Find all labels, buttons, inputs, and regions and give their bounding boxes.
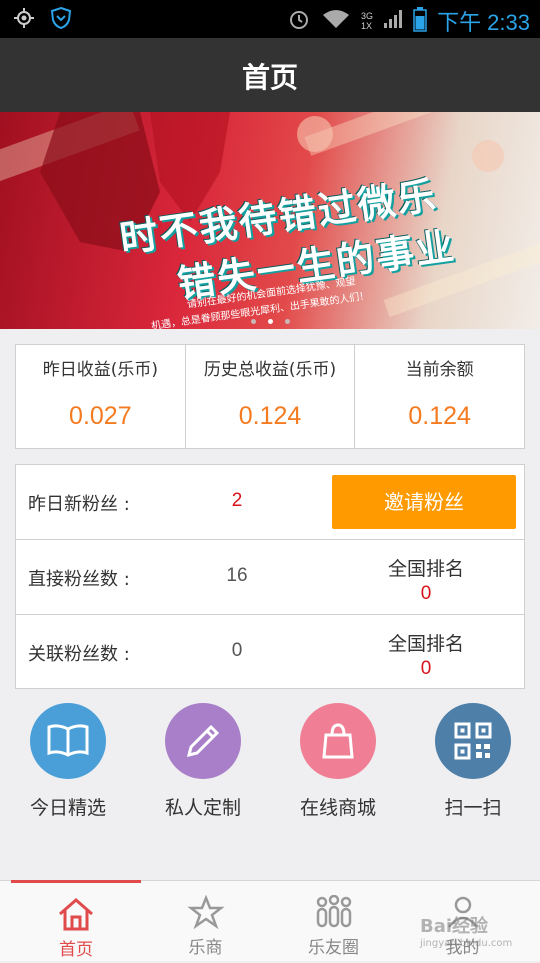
new-fans-value: 2 <box>231 490 243 511</box>
tab-label: 乐友圈 <box>308 938 359 958</box>
qr-code-icon <box>435 703 511 779</box>
title-bar: 首页 <box>0 38 540 112</box>
fans-row-new: 昨日新粉丝 : 2 邀请粉丝 <box>16 465 524 540</box>
pager-dot <box>250 319 256 324</box>
rank-value: 0 <box>420 583 432 604</box>
direct-rank: 全国排名 0 <box>356 554 496 605</box>
shortcut-scan[interactable]: 扫一扫 <box>413 703 533 820</box>
earnings-label: 昨日收益(乐币) <box>42 360 158 380</box>
earnings-value: 0.124 <box>238 402 302 430</box>
clock: 下午 2:33 <box>437 10 530 35</box>
new-fans-label: 昨日新粉丝 : <box>28 494 130 515</box>
direct-fans-label: 直接粉丝数 : <box>28 569 130 590</box>
rank-value: 0 <box>420 658 432 679</box>
earnings-panel: 昨日收益(乐币) 0.027 历史总收益(乐币) 0.124 当前余额 0.12… <box>15 344 525 449</box>
earnings-value: 0.027 <box>69 402 132 430</box>
earnings-balance[interactable]: 当前余额 0.124 <box>355 345 524 448</box>
shortcut-custom[interactable]: 私人定制 <box>143 703 263 820</box>
fans-panel: 昨日新粉丝 : 2 邀请粉丝 直接粉丝数 : 16 全国排名 0 关联粉丝数 :… <box>15 464 525 689</box>
shield-icon <box>50 6 72 34</box>
invite-fans-button[interactable]: 邀请粉丝 <box>332 475 516 529</box>
status-bar: 3G 1X 下午 2:33 <box>0 0 540 38</box>
book-icon <box>30 703 106 779</box>
shortcut-label: 今日精选 <box>29 797 106 819</box>
shortcut-label: 私人定制 <box>164 797 241 819</box>
shortcut-online-mall[interactable]: 在线商城 <box>278 703 398 820</box>
rank-label: 全国排名 <box>387 558 464 580</box>
fans-row-direct: 直接粉丝数 : 16 全国排名 0 <box>16 540 524 615</box>
home-icon <box>11 897 141 933</box>
pager-dot-active <box>267 319 273 324</box>
tab-leshang[interactable]: 乐商 <box>138 881 273 961</box>
watermark-brand: Bai经验 <box>420 916 489 937</box>
people-icon <box>266 895 401 931</box>
rank-label: 全国排名 <box>387 633 464 655</box>
tab-home[interactable]: 首页 <box>11 880 141 963</box>
earnings-yesterday[interactable]: 昨日收益(乐币) 0.027 <box>16 345 186 448</box>
shopping-bag-icon <box>300 703 376 779</box>
star-icon <box>138 895 273 931</box>
tab-friends-circle[interactable]: 乐友圈 <box>266 881 401 961</box>
alarm-icon <box>287 7 311 35</box>
watermark: Bai经验 jingyan.baidu.com <box>420 912 512 949</box>
related-fans-label: 关联粉丝数 : <box>28 644 130 665</box>
network-type: 3G 1X <box>361 11 374 31</box>
shortcut-label: 在线商城 <box>299 797 376 819</box>
related-fans-value: 0 <box>231 640 243 661</box>
shortcut-today-picks[interactable]: 今日精选 <box>8 703 128 820</box>
related-rank: 全国排名 0 <box>356 629 496 680</box>
battery-icon <box>413 6 427 36</box>
signal-icon <box>383 8 403 34</box>
gps-icon <box>12 6 36 34</box>
direct-fans-value: 16 <box>226 565 248 586</box>
shortcut-grid: 今日精选 私人定制 在线商城 扫一扫 <box>0 703 540 823</box>
pager-dot <box>284 319 290 324</box>
shortcut-label: 扫一扫 <box>444 797 502 819</box>
tab-label: 乐商 <box>188 938 223 958</box>
fans-row-related: 关联粉丝数 : 0 全国排名 0 <box>16 615 524 689</box>
earnings-label: 当前余额 <box>405 360 474 380</box>
watermark-url: jingyan.baidu.com <box>420 938 513 949</box>
wifi-icon <box>321 8 351 34</box>
banner-pager <box>0 319 540 324</box>
earnings-history[interactable]: 历史总收益(乐币) 0.124 <box>186 345 356 448</box>
pencil-icon <box>165 703 241 779</box>
earnings-label: 历史总收益(乐币) <box>203 360 337 380</box>
earnings-value: 0.124 <box>408 402 471 430</box>
promo-banner[interactable]: 时不我待错过微乐 错失一生的事业 请别在最好的机会面前选择犹豫、观望 机遇，总是… <box>0 112 540 329</box>
tab-label: 首页 <box>59 940 93 960</box>
page-title: 首页 <box>241 61 298 94</box>
